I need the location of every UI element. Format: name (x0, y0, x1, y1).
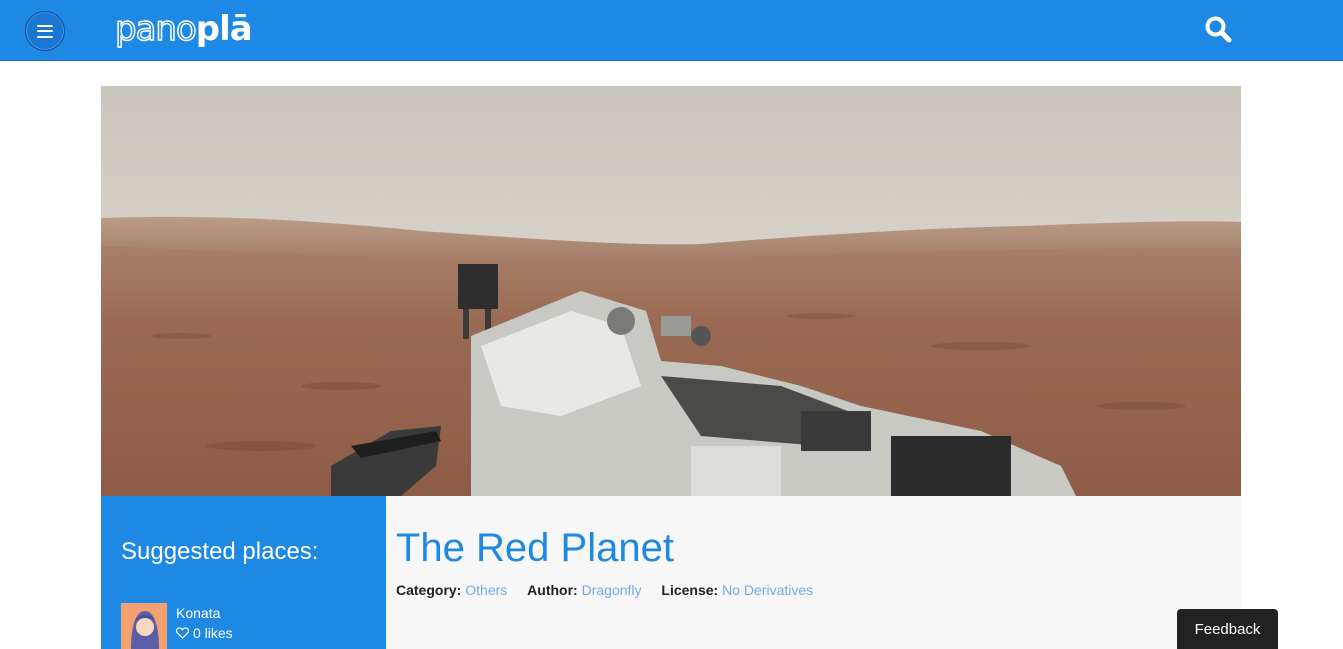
suggested-place-likes: 0 likes (176, 625, 233, 641)
license-link[interactable]: No Derivatives (722, 582, 813, 598)
search-button[interactable] (1203, 14, 1233, 44)
top-navbar: panoplā (0, 0, 1343, 61)
author-link[interactable]: Dragonfly (582, 582, 642, 598)
suggested-place-item[interactable]: Konata 0 likes (121, 603, 371, 649)
license-label: License: (661, 582, 719, 598)
place-metadata: Category: Others Author: Dragonfly Licen… (396, 582, 829, 598)
panorama-image[interactable] (101, 86, 1241, 496)
category-link[interactable]: Others (465, 582, 507, 598)
page-title: The Red Planet (396, 526, 674, 570)
category-label: Category: (396, 582, 462, 598)
likes-count: 0 likes (193, 625, 233, 641)
search-icon (1205, 16, 1232, 43)
logo[interactable]: panoplā (114, 8, 253, 50)
author-label: Author: (527, 582, 578, 598)
menu-button[interactable] (25, 11, 65, 51)
suggested-places-panel: Suggested places: Konata 0 likes (101, 496, 386, 649)
place-details-panel: The Red Planet Category: Others Author: … (386, 496, 1241, 649)
hamburger-menu-icon (37, 24, 53, 38)
suggested-places-title: Suggested places: (121, 538, 319, 565)
logo-text-thin: pano (114, 8, 197, 50)
logo-text-bold: plā (195, 9, 253, 49)
avatar[interactable] (121, 603, 167, 649)
suggested-place-name: Konata (176, 605, 221, 621)
feedback-button[interactable]: Feedback (1177, 609, 1278, 649)
heart-outline-icon (176, 627, 189, 639)
